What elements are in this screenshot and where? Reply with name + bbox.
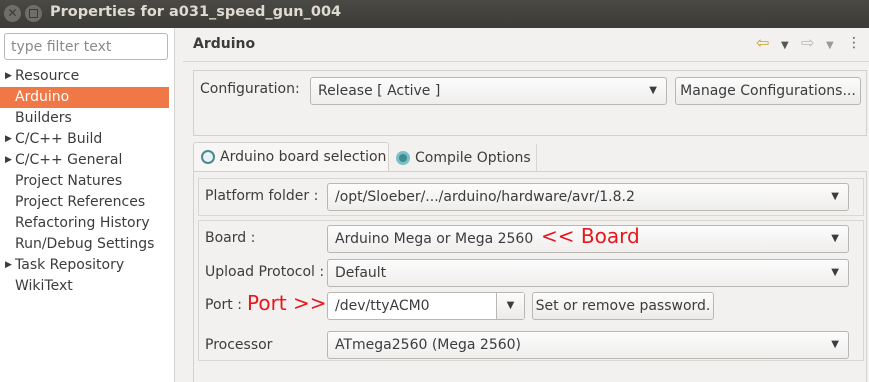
chevron-down-icon: ▼	[831, 191, 839, 202]
platform-folder-value: /opt/Sloeber/.../arduino/hardware/avr/1.…	[335, 189, 635, 205]
upload-protocol-select[interactable]: Default ▼	[327, 259, 849, 287]
tree-item-label: Project References	[15, 194, 146, 210]
board-selection-panel: Platform folder : /opt/Sloeber/.../ardui…	[193, 171, 867, 382]
tree-item-label: Arduino	[15, 89, 70, 105]
configuration-group: Configuration: Release [ Active ] ▼ Mana…	[193, 70, 867, 136]
configuration-select[interactable]: Release [ Active ] ▼	[310, 77, 667, 105]
forward-arrow-icon[interactable]: ⇨	[801, 33, 814, 52]
filter-input[interactable]	[4, 33, 168, 60]
board-annotation: << Board	[541, 224, 640, 248]
tree-item-cpp-general[interactable]: ▶ C/C++ General	[0, 150, 175, 171]
chevron-down-icon: ▼	[831, 267, 839, 278]
tree-item-label: WikiText	[15, 278, 73, 294]
tree-item-resource[interactable]: ▶ Resource	[0, 66, 175, 87]
maximize-window-button[interactable]	[25, 5, 42, 22]
tree-item-label: Builders	[15, 110, 72, 126]
settings-icon	[396, 151, 410, 165]
platform-folder-select[interactable]: /opt/Sloeber/.../arduino/hardware/avr/1.…	[327, 183, 849, 211]
tree-item-label: Task Repository	[15, 257, 125, 273]
tree-item-builders[interactable]: Builders	[0, 108, 175, 129]
tree-item-label: Run/Debug Settings	[15, 236, 155, 252]
tree-item-label: Refactoring History	[15, 215, 150, 231]
forward-dropdown-icon[interactable]: ▼	[826, 40, 834, 51]
board-settings-group: Board : Arduino Mega or Mega 2560 ▼ << B…	[198, 220, 864, 361]
tree-item-label: C/C++ Build	[15, 131, 103, 147]
port-label: Port :	[205, 297, 242, 313]
configuration-value: Release [ Active ]	[318, 83, 441, 99]
platform-group: Platform folder : /opt/Sloeber/.../ardui…	[198, 178, 864, 216]
upload-protocol-label: Upload Protocol :	[205, 264, 325, 280]
tab-label: Arduino board selection	[220, 149, 387, 165]
property-page: Arduino ⇦ ▼ ⇨ ▼ ⋮ Configuration: Release…	[183, 28, 869, 382]
title-bar: ✕ Properties for a031_speed_gun_004	[0, 0, 869, 28]
gear-icon	[201, 150, 215, 164]
board-label: Board :	[205, 230, 256, 246]
chevron-down-icon: ▼	[831, 233, 839, 244]
tree-item-project-references[interactable]: Project References	[0, 192, 175, 213]
divider	[183, 61, 869, 62]
tree-item-project-natures[interactable]: Project Natures	[0, 171, 175, 192]
processor-value: ATmega2560 (Mega 2560)	[335, 337, 521, 353]
tree-item-label: C/C++ General	[15, 152, 123, 168]
port-value: /dev/ttyACM0	[335, 298, 430, 314]
back-dropdown-icon[interactable]: ▼	[781, 40, 789, 51]
expand-arrow-icon[interactable]: ▶	[5, 129, 12, 150]
chevron-down-icon: ▼	[831, 339, 839, 350]
back-arrow-icon[interactable]: ⇦	[756, 33, 769, 52]
upload-protocol-value: Default	[335, 265, 387, 281]
processor-select[interactable]: ATmega2560 (Mega 2560) ▼	[327, 331, 849, 359]
tree-item-run-debug-settings[interactable]: Run/Debug Settings	[0, 234, 175, 255]
page-title: Arduino	[193, 36, 256, 52]
tab-compile-options[interactable]: Compile Options	[389, 144, 537, 174]
tab-label: Compile Options	[415, 150, 531, 166]
window-title: Properties for a031_speed_gun_004	[50, 4, 342, 20]
expand-arrow-icon[interactable]: ▶	[5, 150, 12, 171]
view-menu-icon[interactable]: ⋮	[847, 35, 861, 51]
tab-arduino-board-selection[interactable]: Arduino board selection	[193, 142, 389, 172]
tree-item-arduino[interactable]: Arduino	[0, 87, 169, 108]
preferences-sidebar: ▶Resource Arduino Builders ▶C/C++ Build …	[0, 28, 175, 382]
processor-label: Processor	[205, 337, 273, 353]
board-value: Arduino Mega or Mega 2560	[335, 231, 534, 247]
chevron-down-icon: ▼	[649, 85, 657, 96]
property-page-tree: ▶ Resource Arduino Builders ▶ C/C++ Build …	[0, 66, 175, 297]
chevron-down-icon[interactable]: ▼	[496, 293, 524, 319]
manage-configurations-button[interactable]: Manage Configurations...	[675, 77, 861, 105]
tree-item-label: Project Natures	[15, 173, 123, 189]
configuration-label: Configuration:	[200, 81, 300, 97]
expand-arrow-icon[interactable]: ▶	[5, 66, 12, 87]
tree-item-cpp-build[interactable]: ▶ C/C++ Build	[0, 129, 175, 150]
close-window-button[interactable]: ✕	[4, 5, 21, 22]
platform-folder-label: Platform folder :	[205, 188, 319, 204]
tree-item-wikitext[interactable]: WikiText	[0, 276, 175, 297]
set-password-button[interactable]: Set or remove password.	[532, 292, 714, 320]
tree-item-task-repository[interactable]: ▶ Task Repository	[0, 255, 175, 276]
tree-item-label: Resource	[15, 68, 80, 84]
port-annotation: Port >>	[247, 291, 327, 315]
port-combo[interactable]: /dev/ttyACM0 ▼	[327, 292, 525, 320]
tree-item-refactoring-history[interactable]: Refactoring History	[0, 213, 175, 234]
expand-arrow-icon[interactable]: ▶	[5, 255, 12, 276]
